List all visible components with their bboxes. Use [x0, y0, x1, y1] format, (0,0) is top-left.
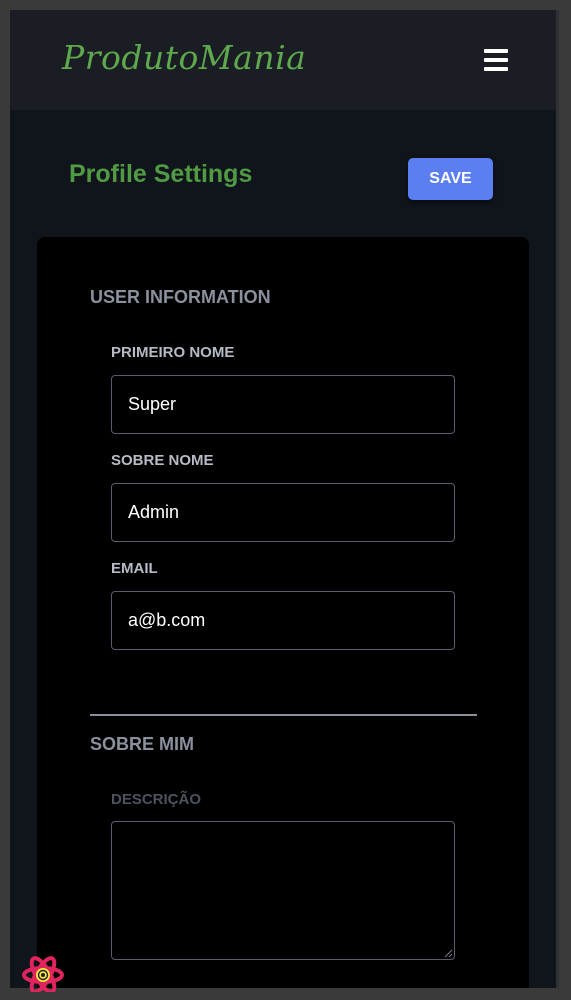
page-scrollbar[interactable]: [556, 10, 559, 988]
email-input[interactable]: [111, 591, 455, 650]
email-label: EMAIL: [111, 560, 158, 577]
react-devtools-icon[interactable]: [20, 956, 66, 992]
description-label: DESCRIÇÃO: [111, 791, 202, 808]
hamburger-menu-icon[interactable]: [482, 47, 510, 73]
section-heading-user-information: USER INFORMATION: [90, 287, 271, 307]
section-heading-about: SOBRE MIM: [90, 734, 195, 754]
page-title: Profile Settings: [69, 160, 253, 188]
save-button[interactable]: SAVE: [408, 158, 493, 200]
last-name-label: SOBRE NOME: [111, 452, 214, 469]
app-viewport: ProdutoMania Profile Settings SAVE USER …: [10, 10, 559, 988]
profile-form-card: USER INFORMATION PRIMEIRO NOME SOBRE NOM…: [37, 237, 529, 988]
description-textarea[interactable]: [111, 821, 455, 960]
first-name-input[interactable]: [111, 375, 455, 434]
brand-logo-text[interactable]: ProdutoMania: [62, 38, 306, 77]
section-divider: [90, 714, 477, 716]
first-name-label: PRIMEIRO NOME: [111, 344, 235, 361]
last-name-input[interactable]: [111, 483, 455, 542]
top-navbar: ProdutoMania: [10, 10, 556, 110]
resize-grip-icon[interactable]: [444, 949, 453, 958]
